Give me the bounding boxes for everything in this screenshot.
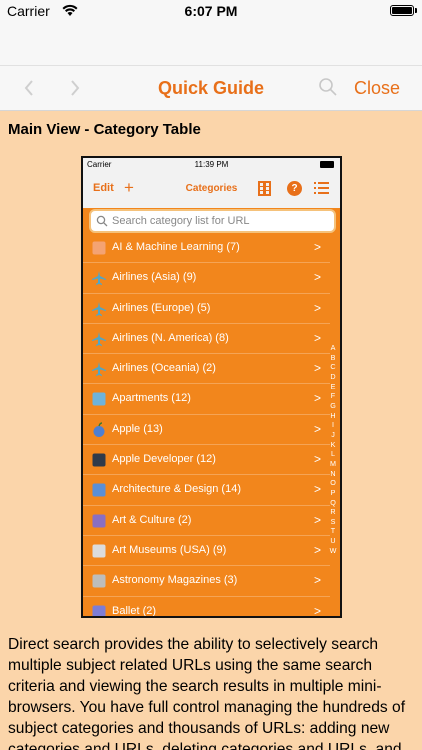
index-letter: R [330,507,336,517]
screenshot-battery-icon [320,161,334,168]
chevron-right-icon: > [314,512,322,527]
category-row-label: Airlines (N. America) (8) [112,331,229,344]
toolbar-area [0,22,422,66]
index-letter: E [330,381,336,391]
category-row-label: Apple Developer (12) [112,453,216,466]
index-letter: W [329,545,337,555]
description-paragraph: Direct search provides the ability to se… [8,636,406,750]
category-row-label: Airlines (Asia) (9) [112,271,197,284]
battery-icon [390,5,414,16]
category-row-label: Art & Culture (2) [112,513,192,526]
index-letter: A [330,343,336,352]
museum-icon [91,543,107,559]
screenshot-search-field: Search category list for URL [89,209,336,233]
chevron-right-icon: > [314,300,322,315]
section-heading: Main View - Category Table [8,121,201,138]
category-table-screenshot: Carrier 11:39 PM Edit + Categories ? Sea… [81,156,342,618]
screenshot-time: 11:39 PM [194,160,229,169]
category-row-label: Airlines (Oceania) (2) [112,362,216,375]
index-letter: N [330,468,336,478]
category-row-label: Architecture & Design (14) [112,483,241,496]
theater-icon [91,513,107,529]
chevron-right-icon: > [314,542,322,557]
chevron-right-icon: > [314,270,322,285]
category-row-label: Airlines (Europe) (5) [112,301,211,314]
index-letter: T [330,526,336,536]
category-row: Airlines (Oceania) (2) > [83,354,330,385]
list-icon [314,182,329,194]
index-letter: O [330,478,336,488]
close-button[interactable]: Close [354,78,400,99]
category-list: AI & Machine Learning (7) > Airlines (Asia… [83,233,330,618]
status-bar: Carrier 6:07 PM [0,0,422,22]
chevron-right-icon: > [314,573,322,588]
index-letter: L [331,449,335,459]
index-letter: I [332,420,334,430]
index-letter: P [330,487,336,497]
airplane-icon [91,361,107,377]
chevron-right-icon: > [314,391,322,406]
observatory-icon [91,573,107,589]
category-row-label: Astronomy Magazines (3) [112,574,238,587]
battery-tip [415,8,417,13]
index-letter: M [330,458,336,468]
alphabet-index: ABCDEFGHIJKLMNOPQRSTUW [328,343,338,555]
screenshot-nav-bar: Edit + Categories ? [83,172,340,208]
category-row: Apple Developer (12) > [83,445,330,476]
category-row-label: Art Museums (USA) (9) [112,543,227,556]
index-letter: U [330,536,336,546]
chevron-right-icon: > [314,603,322,618]
index-letter: Q [330,497,336,507]
screenshot-status-bar: Carrier 11:39 PM [83,158,340,172]
ballet-icon [91,604,107,616]
help-icon: ? [287,181,302,196]
category-row-label: AI & Machine Learning (7) [112,241,240,253]
category-row: AI & Machine Learning (7) > [83,233,330,264]
index-letter: H [330,410,336,420]
category-row: Apartments (12) > [83,384,330,415]
chevron-right-icon: > [314,361,322,376]
category-row: Apple (13) > [83,415,330,446]
chevron-right-icon: > [314,482,322,497]
chevron-right-icon: > [314,421,322,436]
chevron-right-icon: > [314,452,322,467]
index-letter: J [331,429,335,439]
chevron-right-icon: > [314,330,322,345]
search-icon [96,215,108,227]
category-row: Airlines (Asia) (9) > [83,263,330,294]
index-letter: D [330,371,336,381]
chevron-right-icon: > [314,240,322,254]
ai-icon [91,240,107,256]
status-time: 6:07 PM [184,3,238,19]
grid-icon [258,181,271,196]
category-row: Airlines (N. America) (8) > [83,324,330,355]
index-letter: K [330,439,336,449]
category-row: Art Museums (USA) (9) > [83,536,330,567]
category-row-label: Apple (13) [112,422,163,435]
search-icon[interactable] [318,77,338,97]
category-row: Ballet (2) > [83,597,330,618]
category-row: Astronomy Magazines (3) > [83,566,330,597]
index-letter: S [330,516,336,526]
index-letter: B [330,352,336,362]
navigation-bar: Quick Guide Close [0,66,422,111]
apple-icon [91,422,107,438]
airplane-icon [91,301,107,317]
index-letter: G [330,400,336,410]
index-letter: F [330,391,336,401]
category-row-label: Ballet (2) [112,604,157,617]
tools-icon [91,482,107,498]
category-row-label: Apartments (12) [112,392,191,405]
monitor-icon [91,452,107,468]
airplane-icon [91,331,107,347]
airplane-icon [91,270,107,286]
index-letter: C [330,362,336,372]
building-icon [91,391,107,407]
category-row: Airlines (Europe) (5) > [83,294,330,324]
category-row: Art & Culture (2) > [83,506,330,536]
category-row: Architecture & Design (14) > [83,475,330,506]
search-placeholder: Search category list for URL [112,215,250,227]
